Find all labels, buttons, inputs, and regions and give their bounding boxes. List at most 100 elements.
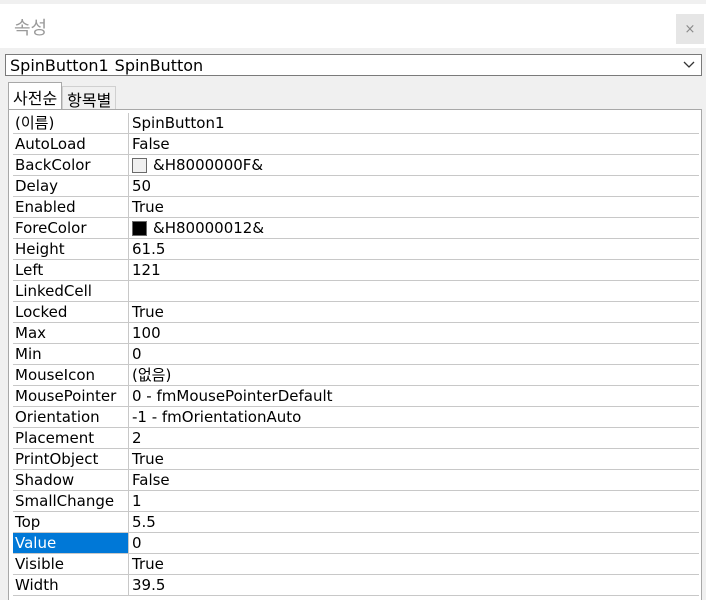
window-title: 속성 (14, 18, 48, 39)
property-value[interactable]: False (129, 470, 699, 490)
object-selector-dropdown[interactable]: SpinButton1 SpinButton (5, 54, 702, 76)
property-value-text: True (132, 198, 164, 216)
tab-label: 항목별 (67, 90, 112, 110)
property-name[interactable]: PrintObject (13, 449, 129, 469)
property-name[interactable]: Shadow (13, 470, 129, 490)
property-row[interactable]: Value 0 (13, 533, 699, 554)
property-value[interactable]: -1 - fmOrientationAuto (129, 407, 699, 427)
property-value-text: &H80000012& (153, 219, 265, 237)
property-row[interactable]: Shadow False (13, 470, 699, 491)
property-row[interactable]: (이름) SpinButton1 (13, 113, 699, 134)
property-value-text: 0 - fmMousePointerDefault (132, 387, 333, 405)
close-button[interactable]: × (676, 14, 704, 44)
property-row[interactable]: LinkedCell (13, 281, 699, 302)
color-swatch-icon (132, 157, 147, 173)
property-name[interactable]: Orientation (13, 407, 129, 427)
property-grid: (이름) SpinButton1 AutoLoad False BackColor &H8… (13, 113, 699, 596)
property-row[interactable]: BackColor &H8000000F& (13, 155, 699, 176)
property-name[interactable]: ForeColor (13, 218, 129, 238)
tab-alphabetic[interactable]: 사전순 (8, 82, 63, 110)
object-name: SpinButton1 (10, 55, 109, 75)
property-value-text: 1 (132, 492, 142, 510)
chevron-down-icon[interactable] (683, 55, 695, 75)
property-name[interactable]: Value (13, 533, 129, 553)
object-type: SpinButton (114, 55, 204, 75)
property-row[interactable]: Enabled True (13, 197, 699, 218)
property-value[interactable]: 0 (129, 533, 699, 553)
property-value[interactable]: 50 (129, 176, 699, 196)
close-icon: × (684, 21, 696, 37)
property-name[interactable]: Placement (13, 428, 129, 448)
property-name[interactable]: LinkedCell (13, 281, 129, 301)
property-row[interactable]: Orientation -1 - fmOrientationAuto (13, 407, 699, 428)
property-name[interactable]: Enabled (13, 197, 129, 217)
property-row[interactable]: Delay 50 (13, 176, 699, 197)
property-value-text: SpinButton1 (132, 114, 225, 132)
property-row[interactable]: PrintObject True (13, 449, 699, 470)
property-value[interactable]: 39.5 (129, 575, 699, 595)
property-value[interactable]: 2 (129, 428, 699, 448)
property-value[interactable]: True (129, 449, 699, 469)
property-value[interactable]: True (129, 554, 699, 574)
property-value-text: 121 (132, 261, 161, 279)
property-name[interactable]: Locked (13, 302, 129, 322)
property-row[interactable]: Top 5.5 (13, 512, 699, 533)
property-value[interactable]: False (129, 134, 699, 154)
property-name[interactable]: Height (13, 239, 129, 259)
property-name[interactable]: SmallChange (13, 491, 129, 511)
property-name[interactable]: MousePointer (13, 386, 129, 406)
property-value[interactable]: &H80000012& (129, 218, 699, 238)
property-row[interactable]: Left 121 (13, 260, 699, 281)
property-value-text: 39.5 (132, 576, 166, 594)
tab-categorized[interactable]: 항목별 (62, 86, 117, 110)
property-row[interactable]: MouseIcon (없음) (13, 365, 699, 386)
property-value[interactable]: 121 (129, 260, 699, 280)
property-row[interactable]: Locked True (13, 302, 699, 323)
property-name[interactable]: Max (13, 323, 129, 343)
properties-window: 속성 × SpinButton1 SpinButton 사전순 항목별 (이름)… (0, 0, 706, 600)
property-value[interactable]: 61.5 (129, 239, 699, 259)
property-row[interactable]: Visible True (13, 554, 699, 575)
property-value-text: 2 (132, 429, 142, 447)
property-row[interactable]: ForeColor &H80000012& (13, 218, 699, 239)
property-value-text: 0 (132, 534, 142, 552)
property-row[interactable]: Min 0 (13, 344, 699, 365)
property-row[interactable]: Height 61.5 (13, 239, 699, 260)
property-name[interactable]: AutoLoad (13, 134, 129, 154)
property-value-text: (없음) (132, 366, 172, 384)
property-row[interactable]: Placement 2 (13, 428, 699, 449)
property-name[interactable]: MouseIcon (13, 365, 129, 385)
property-value[interactable]: 0 (129, 344, 699, 364)
property-value-text: 5.5 (132, 513, 156, 531)
property-name[interactable]: Delay (13, 176, 129, 196)
property-row[interactable]: Width 39.5 (13, 575, 699, 596)
property-value-text: False (132, 135, 170, 153)
property-row[interactable]: AutoLoad False (13, 134, 699, 155)
property-value[interactable]: True (129, 197, 699, 217)
property-name[interactable]: Width (13, 575, 129, 595)
property-name[interactable]: Min (13, 344, 129, 364)
property-value[interactable]: 100 (129, 323, 699, 343)
property-value[interactable]: &H8000000F& (129, 155, 699, 175)
property-name[interactable]: Left (13, 260, 129, 280)
property-value-text: -1 - fmOrientationAuto (132, 408, 302, 426)
property-row[interactable]: MousePointer 0 - fmMousePointerDefault (13, 386, 699, 407)
tab-label: 사전순 (13, 88, 58, 108)
property-row[interactable]: SmallChange 1 (13, 491, 699, 512)
color-swatch-icon (132, 220, 147, 236)
property-value[interactable]: (없음) (129, 365, 699, 385)
property-name[interactable]: (이름) (13, 113, 129, 133)
property-value[interactable]: 1 (129, 491, 699, 511)
property-name[interactable]: Visible (13, 554, 129, 574)
property-name[interactable]: Top (13, 512, 129, 532)
property-value-text: True (132, 303, 164, 321)
property-value[interactable]: True (129, 302, 699, 322)
property-row[interactable]: Max 100 (13, 323, 699, 344)
property-name[interactable]: BackColor (13, 155, 129, 175)
property-value[interactable]: 0 - fmMousePointerDefault (129, 386, 699, 406)
property-value-text: True (132, 450, 164, 468)
tab-strip: 사전순 항목별 (8, 82, 117, 110)
property-value[interactable]: 5.5 (129, 512, 699, 532)
property-value[interactable] (129, 281, 699, 301)
property-value[interactable]: SpinButton1 (129, 113, 699, 133)
